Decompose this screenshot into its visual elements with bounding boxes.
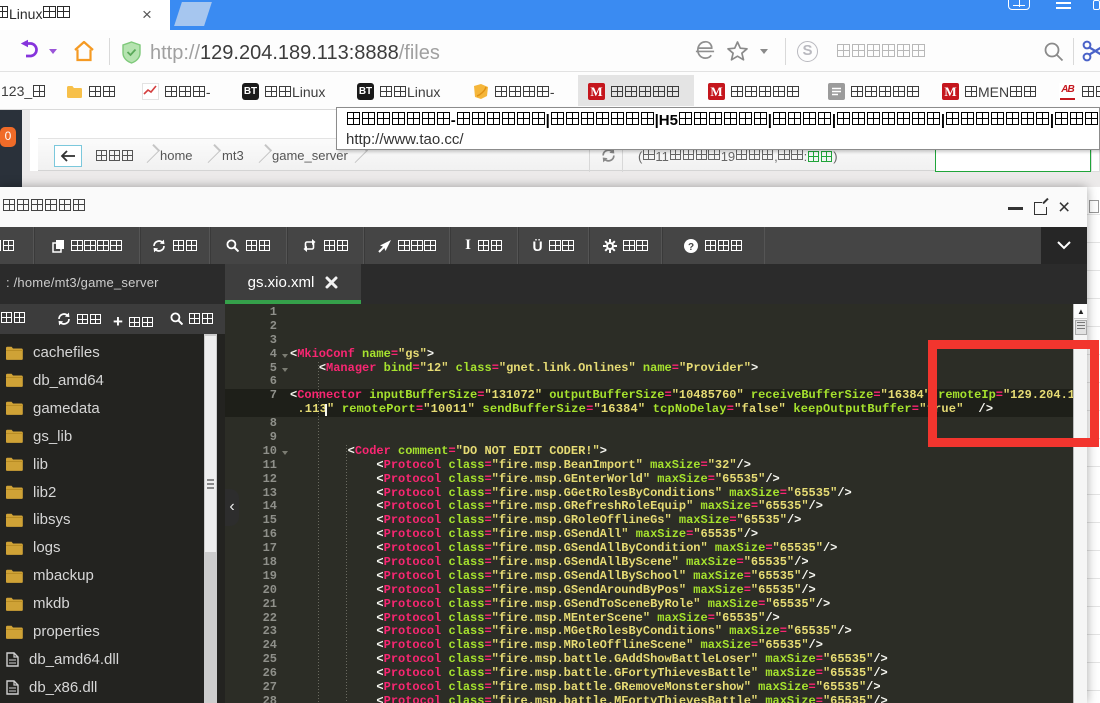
svg-text:?: ? — [688, 242, 694, 253]
